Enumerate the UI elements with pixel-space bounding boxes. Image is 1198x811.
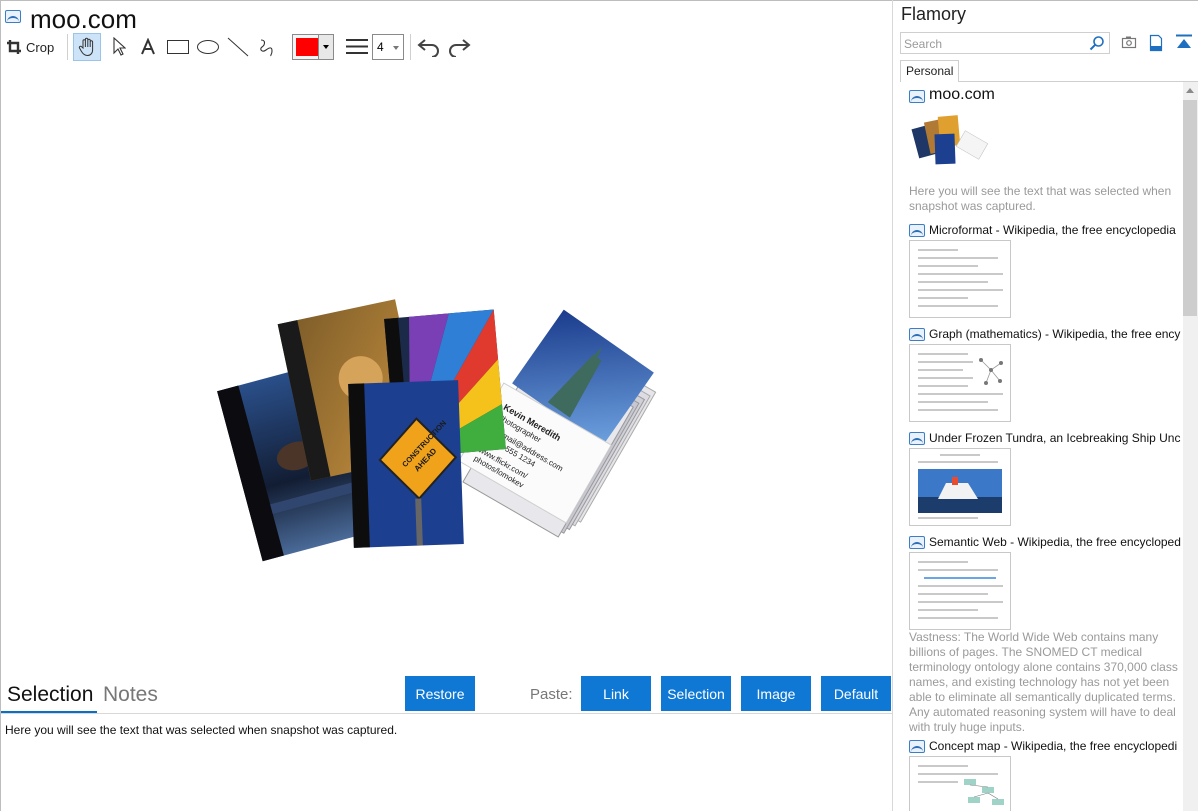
paste-link-button[interactable]: Link xyxy=(581,676,651,711)
hand-tool-button[interactable] xyxy=(73,33,101,61)
freehand-icon xyxy=(260,39,273,57)
list-item[interactable]: Graph (mathematics) - Wikipedia, the fre… xyxy=(909,326,1181,426)
hand-icon xyxy=(78,37,94,57)
crop-button[interactable]: Crop xyxy=(6,33,58,61)
line-tool-button[interactable] xyxy=(224,33,252,61)
snapshot-thumbnail xyxy=(909,240,1011,318)
window-top-border xyxy=(0,0,1198,1)
color-picker[interactable] xyxy=(292,34,334,60)
page-favicon-icon xyxy=(5,10,21,23)
list-item[interactable]: Microformat - Wikipedia, the free encycl… xyxy=(909,222,1181,322)
snapshot-thumbnail xyxy=(909,552,1011,630)
freehand-tool-button[interactable] xyxy=(254,33,282,61)
line-weight-icon xyxy=(346,39,368,54)
text-tool-button[interactable] xyxy=(135,33,161,61)
list-item-title: Concept map - Wikipedia, the free encycl… xyxy=(929,739,1178,753)
paste-image-button[interactable]: Image xyxy=(741,676,811,711)
list-item-title: Semantic Web - Wikipedia, the free encyc… xyxy=(929,535,1181,549)
crop-icon xyxy=(7,40,21,54)
list-item[interactable]: Semantic Web - Wikipedia, the free encyc… xyxy=(909,534,1181,734)
restore-button[interactable]: Restore xyxy=(405,676,475,711)
snapshot-canvas[interactable]: Kevin Meredith Photographer e: email@add… xyxy=(1,64,892,676)
line-width-value: 4 xyxy=(377,40,384,54)
page-favicon-icon xyxy=(909,536,925,549)
color-dropdown-arrow[interactable] xyxy=(318,35,333,59)
search-input[interactable] xyxy=(901,33,1086,55)
document-icon[interactable] xyxy=(1148,34,1164,52)
line-width-select[interactable]: 4 xyxy=(372,34,404,60)
paste-label: Paste: xyxy=(530,686,573,703)
line-style-button[interactable] xyxy=(343,33,371,61)
page-favicon-icon xyxy=(909,740,925,753)
scroll-up-icon[interactable] xyxy=(1186,88,1194,93)
tab-divider xyxy=(1,713,892,714)
ellipse-icon xyxy=(197,40,219,54)
text-icon xyxy=(141,38,155,55)
color-swatch xyxy=(296,38,318,56)
list-item-title: Microformat - Wikipedia, the free encycl… xyxy=(929,223,1176,237)
crop-label: Crop xyxy=(26,39,55,55)
toolbar-separator xyxy=(67,34,68,60)
page-favicon-icon xyxy=(909,224,925,237)
list-item-desc: Here you will see the text that was sele… xyxy=(909,184,1172,213)
redo-button[interactable] xyxy=(446,33,472,61)
snapshot-thumbnail xyxy=(909,108,1011,186)
list-item[interactable]: Concept map - Wikipedia, the free encycl… xyxy=(909,738,1181,811)
snapshot-list[interactable]: moo.com Here you will see the text that … xyxy=(893,82,1183,811)
snapshot-thumbnail xyxy=(909,756,1011,811)
search-box[interactable] xyxy=(900,32,1110,55)
page-favicon-icon xyxy=(909,328,925,341)
ellipse-tool-button[interactable] xyxy=(194,33,222,61)
page-favicon-icon xyxy=(909,90,925,103)
list-item[interactable]: Under Frozen Tundra, an Icebreaking Ship… xyxy=(909,430,1181,530)
tab-selection[interactable]: Selection xyxy=(7,683,93,707)
page-title: moo.com xyxy=(30,4,137,34)
list-item-title: Graph (mathematics) - Wikipedia, the fre… xyxy=(929,327,1181,341)
camera-icon[interactable] xyxy=(1121,34,1137,50)
list-item-title: moo.com xyxy=(929,86,995,103)
snapshot-thumbnail xyxy=(909,448,1011,526)
rectangle-icon xyxy=(167,40,189,54)
tab-personal[interactable]: Personal xyxy=(900,60,959,82)
undo-icon xyxy=(417,39,439,57)
list-item-title: Under Frozen Tundra, an Icebreaking Ship… xyxy=(929,431,1181,445)
line-icon xyxy=(227,37,249,57)
list-item[interactable]: moo.com Here you will see the text that … xyxy=(909,86,1181,218)
undo-button[interactable] xyxy=(416,33,442,61)
pin-to-top-icon[interactable] xyxy=(1175,34,1193,50)
page-favicon-icon xyxy=(909,432,925,445)
chevron-down-icon xyxy=(393,46,399,50)
selection-text[interactable]: Here you will see the text that was sele… xyxy=(5,723,397,737)
panel-title: Flamory xyxy=(901,4,967,24)
paste-default-button[interactable]: Default xyxy=(821,676,891,711)
tab-notes[interactable]: Notes xyxy=(103,683,158,707)
pointer-icon xyxy=(113,37,126,56)
rectangle-tool-button[interactable] xyxy=(164,33,192,61)
scrollbar-thumb[interactable] xyxy=(1183,100,1197,316)
paste-selection-button[interactable]: Selection xyxy=(661,676,731,711)
search-icon[interactable] xyxy=(1089,35,1105,51)
toolbar-separator xyxy=(410,34,411,60)
redo-icon xyxy=(449,39,471,57)
snapshot-thumbnail xyxy=(909,344,1011,422)
snapshot-image: Kevin Meredith Photographer e: email@add… xyxy=(217,299,657,562)
pointer-tool-button[interactable] xyxy=(106,33,132,61)
list-item-desc: Vastness: The World Wide Web contains ma… xyxy=(909,630,1178,734)
